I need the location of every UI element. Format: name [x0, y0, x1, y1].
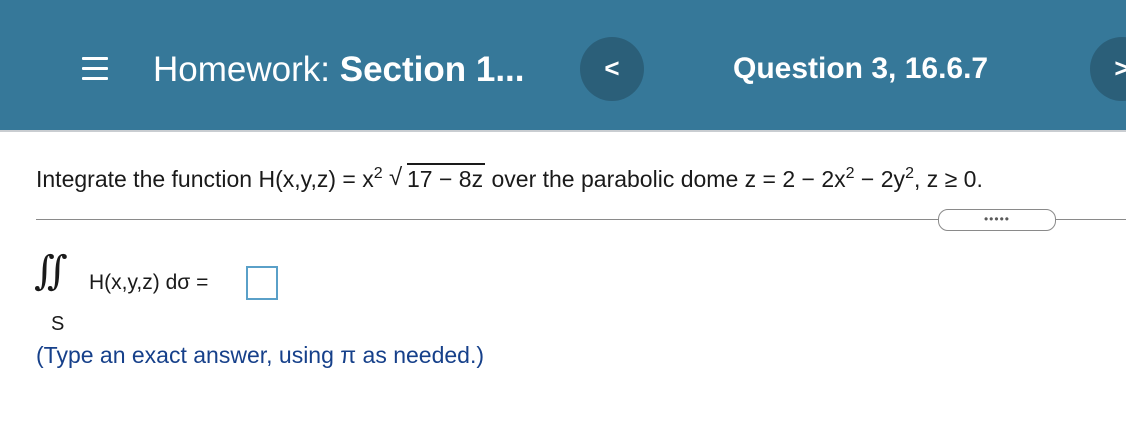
top-bar: Homework: Section 1... < Question 3, 16.… [0, 0, 1126, 132]
prompt-mid2: − 2y [854, 166, 906, 192]
sqrt-symbol: √ [389, 164, 403, 191]
header-divider [0, 130, 1126, 132]
prompt-end: , z ≥ 0. [913, 166, 983, 192]
double-integral-symbol: ∫∫ [34, 248, 68, 294]
previous-question-button[interactable]: < [580, 37, 644, 101]
prompt-exponent-1: 2 [373, 165, 383, 182]
show-more-button[interactable]: ••••• [938, 209, 1056, 231]
prompt-mid: over the parabolic dome z = 2 − 2x [485, 166, 846, 192]
question-title: Question 3, 16.6.7 [733, 52, 989, 85]
prompt-exponent-2: 2 [845, 165, 855, 182]
surface-label: S [51, 313, 65, 335]
prompt-exponent-3: 2 [905, 165, 914, 182]
menu-icon[interactable] [82, 57, 108, 81]
chevron-right-icon: > [1114, 53, 1126, 83]
integrand: H(x,y,z) dσ = [89, 271, 209, 294]
question-prompt: Integrate the function H(x,y,z) = x2 √ 17… [36, 163, 983, 193]
radicand: 17 − 8z [407, 163, 486, 192]
homework-section: Section 1... [339, 50, 525, 89]
chevron-left-icon: < [604, 53, 620, 83]
next-question-button[interactable]: > [1090, 37, 1126, 101]
prompt-start: Integrate the function H(x,y,z) = x [36, 166, 374, 192]
answer-hint: (Type an exact answer, using π as needed… [36, 342, 485, 368]
homework-prefix: Homework: [153, 50, 330, 89]
square-root: √ 17 − 8z [389, 163, 486, 193]
homework-title: Homework: Section 1... [153, 50, 525, 90]
answer-input[interactable] [246, 266, 278, 300]
